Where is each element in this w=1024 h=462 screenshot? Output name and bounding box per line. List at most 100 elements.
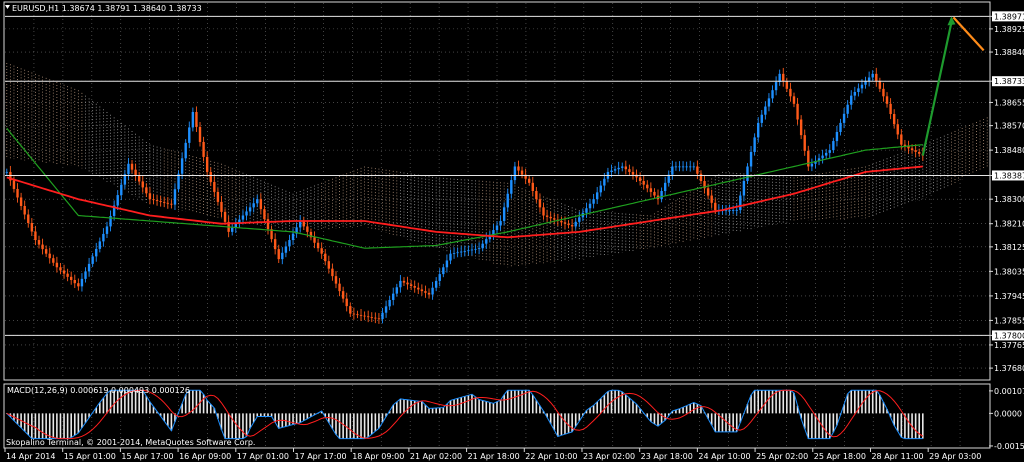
time-tick-label: 22 Apr 10:00 [525, 452, 577, 461]
candle-body [277, 249, 280, 260]
macd-bar [471, 394, 473, 414]
chart-area[interactable]: 1.38971 1.38925 1.38840 1.38733 1.38655 1.385… [0, 0, 1024, 462]
macd-bar [678, 408, 681, 414]
macd-bar [370, 413, 373, 435]
candle-body [728, 210, 731, 211]
time-tick-label: 25 Apr 18:00 [814, 452, 866, 461]
macd-bar [607, 391, 609, 414]
candle-body [130, 163, 134, 170]
candle-body [177, 173, 180, 190]
candle-body [513, 166, 517, 181]
candle-body [145, 187, 148, 194]
candle-body [5, 171, 8, 173]
candle-body [141, 181, 144, 188]
candle-body [44, 249, 48, 254]
macd-bar [81, 413, 83, 428]
candle-body [202, 141, 205, 157]
candle-body [782, 73, 785, 82]
candle-body [885, 96, 889, 104]
candle-body [281, 252, 284, 260]
macd-bar [628, 397, 631, 414]
price-tick-label: 1.38125 [994, 243, 1024, 252]
macd-bar [900, 413, 903, 438]
macd-bar [378, 413, 380, 429]
candle-body [331, 268, 334, 277]
candle-body [41, 244, 44, 250]
candle-body [660, 191, 663, 200]
macd-bar [460, 397, 463, 414]
candle-body [621, 166, 624, 168]
macd-bar [574, 413, 577, 427]
candle-body [392, 293, 395, 300]
candle-body [395, 287, 399, 294]
candle-body [137, 175, 141, 182]
candle-body [377, 318, 381, 320]
macd-bar [363, 413, 366, 439]
candle-body [474, 248, 477, 250]
candle-body [62, 270, 66, 274]
macd-bar [571, 413, 573, 432]
candle-body [306, 226, 309, 232]
macd-bar [832, 413, 835, 433]
candle-body [134, 169, 137, 176]
candle-body [535, 191, 538, 200]
candle-body [241, 215, 245, 220]
candle-body [882, 88, 885, 97]
candle-body [48, 253, 51, 259]
macd-bar [786, 390, 788, 414]
macd-bar [106, 393, 108, 414]
candle-body [771, 90, 774, 99]
macd-tick-label: 0.00107 [994, 387, 1024, 396]
candle-body [792, 96, 796, 104]
price-tick-label: 1.38733 [994, 77, 1024, 86]
macd-bar [782, 390, 785, 414]
candle-body [538, 199, 542, 208]
candle-body [624, 166, 628, 170]
candle-body [248, 207, 252, 212]
candle-body [384, 306, 388, 313]
macd-bar [807, 413, 810, 439]
candle-body [696, 166, 699, 174]
macd-bar [77, 413, 80, 434]
candle-body [463, 250, 466, 252]
candle-body [574, 221, 577, 227]
macd-bar [625, 394, 627, 414]
macd-bar [682, 407, 684, 414]
candle-body [256, 199, 259, 204]
candle-body [23, 205, 26, 215]
candle-body [374, 317, 377, 319]
candle-body [320, 248, 323, 254]
macd-bar [914, 413, 917, 439]
candle-body [681, 166, 685, 168]
macd-bar [242, 413, 244, 439]
candle-body [327, 261, 331, 269]
macd-bar [256, 413, 259, 417]
candle-body [889, 103, 892, 115]
price-tick-label: 1.38655 [994, 98, 1024, 107]
macd-bar [485, 401, 488, 414]
candle-body [477, 248, 481, 250]
macd-bar [760, 390, 763, 414]
macd-bar [753, 390, 756, 414]
time-tick-label: 16 Apr 09:00 [179, 452, 231, 461]
macd-bar [467, 395, 470, 414]
price-tick-label: 1.37680 [994, 364, 1024, 373]
time-tick-label: 23 Apr 18:00 [641, 452, 693, 461]
macd-bar [349, 413, 352, 439]
macd-bar [879, 395, 881, 414]
candle-body [774, 82, 778, 91]
candle-body [299, 220, 302, 228]
candle-body [184, 142, 187, 159]
macd-bar [449, 400, 452, 414]
macd-bar [657, 413, 659, 427]
time-tick-label: 25 Apr 02:00 [756, 452, 808, 461]
price-tick-label: 1.38570 [994, 122, 1024, 131]
candle-body [409, 284, 413, 287]
candle-body [542, 207, 545, 216]
candle-body [259, 199, 263, 210]
candle-body [549, 216, 552, 219]
candle-body [341, 291, 345, 299]
candle-body [896, 124, 899, 135]
candle-body [757, 122, 760, 138]
candle-body [653, 191, 656, 196]
